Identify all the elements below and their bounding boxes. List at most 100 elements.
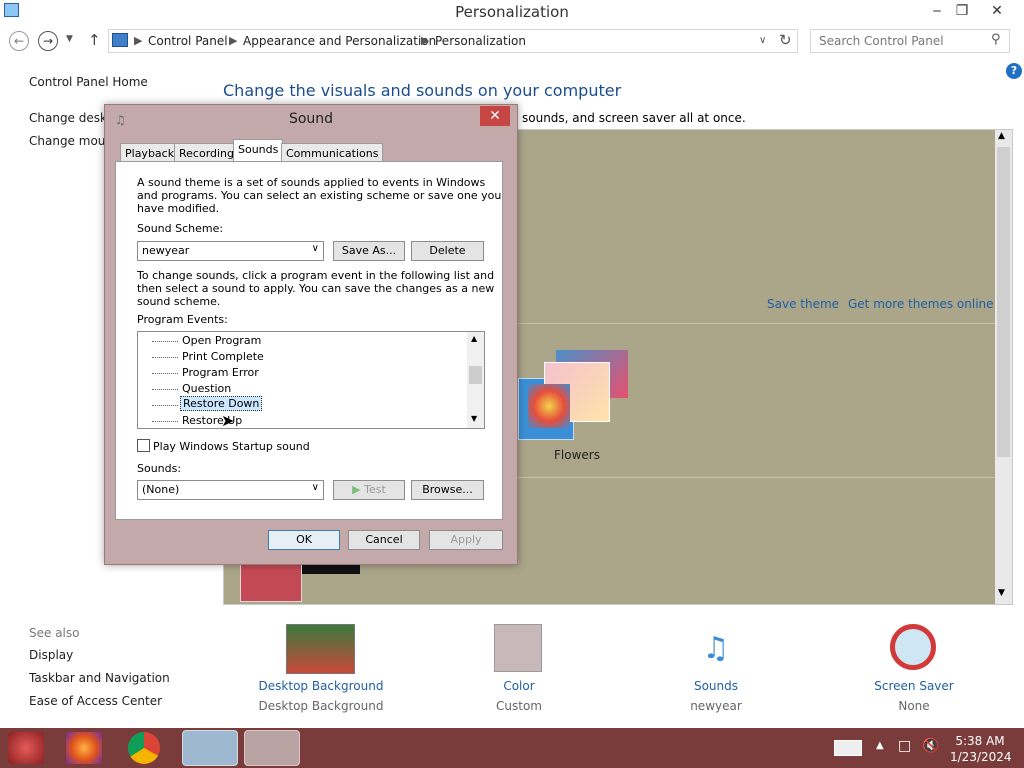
display-link[interactable]: Display: [29, 648, 73, 662]
breadcrumb-separator-icon: ▶: [134, 34, 143, 47]
event-item[interactable]: Open Program: [182, 334, 261, 347]
volume-muted-icon[interactable]: 🔇: [922, 738, 939, 754]
tree-connector: [152, 341, 178, 342]
color-palette-icon: [528, 384, 570, 428]
program-events-list[interactable]: Open Program Print Complete Program Erro…: [137, 331, 485, 429]
search-input[interactable]: Search Control Panel: [819, 34, 944, 48]
scrollbar-thumb[interactable]: [469, 366, 482, 384]
high-contrast-theme-thumb[interactable]: [240, 562, 302, 602]
sounds-link[interactable]: Sounds: [626, 679, 806, 693]
network-icon[interactable]: □: [898, 738, 911, 754]
description-line: A sound theme is a set of sounds applied…: [137, 176, 486, 189]
test-label: Test: [364, 483, 386, 496]
ease-of-access-link[interactable]: Ease of Access Center: [29, 694, 162, 708]
up-icon[interactable]: ↑: [88, 31, 101, 49]
events-scrollbar[interactable]: ▲ ▼: [467, 332, 484, 428]
sounds-dropdown[interactable]: (None) ∨: [137, 480, 324, 500]
color-link[interactable]: Color: [429, 679, 609, 693]
tree-connector: [152, 357, 178, 358]
instruction-line: sound scheme.: [137, 295, 221, 308]
screen-saver-icon[interactable]: [890, 624, 936, 670]
search-box[interactable]: Search Control Panel ⚲: [810, 29, 1010, 53]
tree-connector: [152, 389, 178, 390]
event-item-selected[interactable]: Restore Down: [180, 396, 263, 411]
taskbar-navigation-link[interactable]: Taskbar and Navigation: [29, 671, 170, 685]
start-orb-icon[interactable]: [8, 732, 44, 764]
restore-button[interactable]: ❐: [945, 0, 979, 22]
theme-scrollbar[interactable]: ▲ ▼: [995, 130, 1012, 604]
address-dropdown-icon[interactable]: ∨: [759, 35, 766, 46]
address-bar[interactable]: ▶ Control Panel ▶ Appearance and Persona…: [108, 29, 798, 53]
help-icon[interactable]: ?: [1006, 63, 1022, 79]
show-hidden-icons-icon[interactable]: ▲: [876, 740, 884, 751]
recent-locations-icon[interactable]: ▼: [66, 34, 73, 44]
clock-date[interactable]: 1/23/2024: [950, 750, 1012, 764]
forward-icon[interactable]: →: [38, 31, 58, 51]
search-icon[interactable]: ⚲: [991, 32, 1001, 47]
description-line: and programs. You can select an existing…: [137, 189, 502, 202]
breadcrumb-appearance[interactable]: Appearance and Personalization: [243, 34, 436, 48]
event-item[interactable]: Program Error: [182, 366, 259, 379]
tab-playback[interactable]: Playback: [120, 143, 180, 163]
breadcrumb-control-panel[interactable]: Control Panel: [148, 34, 228, 48]
save-as-button[interactable]: Save As...: [333, 241, 405, 261]
keyboard-icon[interactable]: [834, 740, 862, 756]
control-panel-home-link[interactable]: Control Panel Home: [29, 75, 148, 89]
apply-button[interactable]: Apply: [429, 530, 503, 550]
browse-button[interactable]: Browse...: [411, 480, 484, 500]
sound-scheme-dropdown[interactable]: newyear ∨: [137, 241, 324, 261]
startup-sound-label: Play Windows Startup sound: [153, 440, 310, 453]
control-panel-icon: [112, 33, 128, 47]
color-icon[interactable]: [494, 624, 542, 672]
save-theme-link[interactable]: Save theme: [767, 297, 839, 311]
close-button[interactable]: ✕: [980, 0, 1014, 22]
sound-scheme-value: newyear: [142, 244, 190, 257]
delete-button[interactable]: Delete: [411, 241, 484, 261]
description-line: have modified.: [137, 202, 220, 215]
scroll-down-icon[interactable]: ▼: [471, 414, 477, 423]
scroll-up-icon[interactable]: ▲: [998, 131, 1005, 141]
flowers-theme[interactable]: [518, 350, 630, 442]
desktop-background-icon[interactable]: [286, 624, 355, 674]
firefox-icon[interactable]: [66, 732, 102, 764]
tab-communications[interactable]: Communications: [281, 143, 384, 163]
breadcrumb-separator-icon: ▶: [229, 34, 238, 47]
refresh-icon[interactable]: ↻: [779, 31, 792, 49]
mouse-cursor-icon: ➤: [221, 411, 235, 430]
window-title: Personalization: [455, 3, 569, 21]
cancel-button[interactable]: Cancel: [348, 530, 420, 550]
page-title: Change the visuals and sounds on your co…: [223, 81, 622, 100]
screen-saver-value: None: [898, 699, 930, 713]
screen-saver-link[interactable]: Screen Saver: [824, 679, 1004, 693]
back-icon[interactable]: ←: [9, 31, 29, 51]
tab-recording[interactable]: Recording: [174, 143, 240, 163]
clock-time[interactable]: 5:38 AM: [950, 734, 1010, 748]
color-value: Custom: [496, 699, 542, 713]
scroll-up-icon[interactable]: ▲: [471, 334, 477, 343]
event-item[interactable]: Question: [182, 382, 231, 395]
play-icon: ▶: [352, 483, 361, 496]
dialog-title: Sound: [288, 111, 334, 127]
chevron-down-icon: ∨: [311, 482, 319, 493]
change-mouse-pointers-link[interactable]: Change mous: [29, 134, 112, 148]
ok-button[interactable]: OK: [268, 530, 340, 550]
scrollbar-thumb[interactable]: [997, 147, 1010, 457]
tree-connector: [152, 421, 178, 422]
tree-connector: [152, 373, 178, 374]
instruction-line: To change sounds, click a program event …: [137, 269, 495, 282]
sound-taskbar-icon[interactable]: [244, 730, 300, 766]
tree-connector: [152, 405, 178, 406]
startup-sound-checkbox[interactable]: [137, 439, 150, 452]
sounds-icon[interactable]: ♫: [692, 626, 740, 672]
test-button[interactable]: ▶ Test: [333, 480, 405, 500]
tab-sounds[interactable]: Sounds: [233, 139, 284, 162]
dialog-close-button[interactable]: ✕: [480, 106, 510, 126]
event-item[interactable]: Print Complete: [182, 350, 264, 363]
get-more-themes-link[interactable]: Get more themes online: [848, 297, 994, 311]
control-panel-taskbar-icon[interactable]: [182, 730, 238, 766]
see-also-heading: See also: [29, 626, 80, 640]
desktop-background-link[interactable]: Desktop Background: [231, 679, 411, 693]
scroll-down-icon[interactable]: ▼: [998, 588, 1005, 598]
breadcrumb-personalization[interactable]: Personalization: [435, 34, 526, 48]
chrome-icon[interactable]: [128, 732, 160, 764]
